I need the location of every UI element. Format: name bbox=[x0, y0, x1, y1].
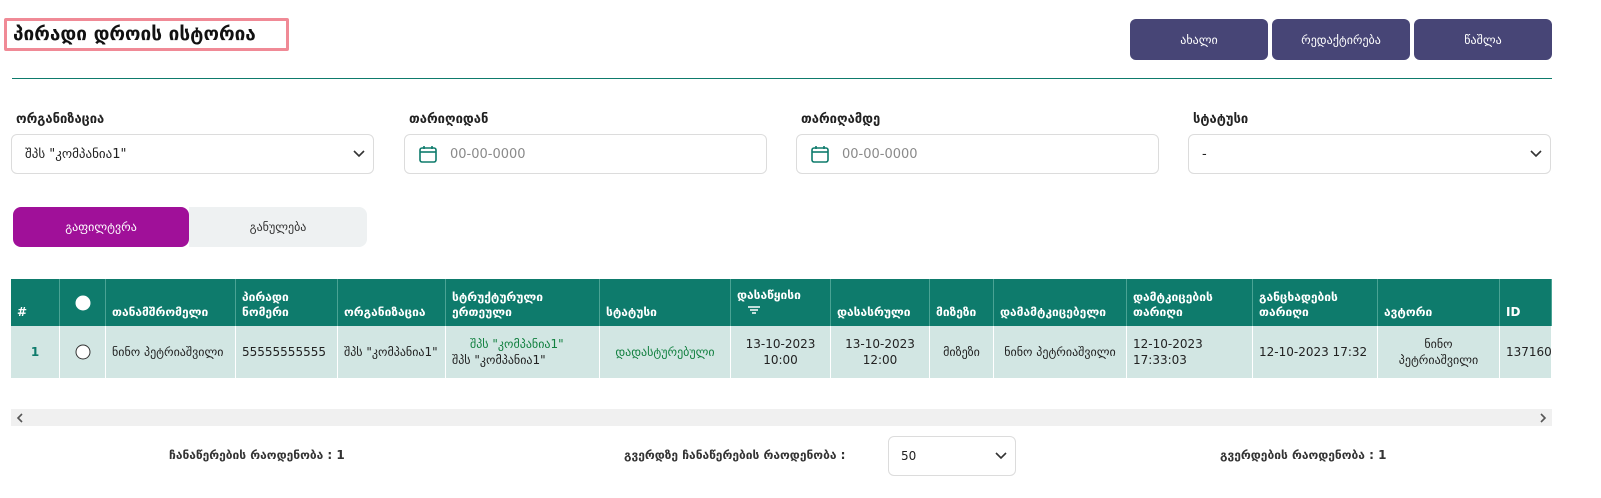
status-label: სტატუსი bbox=[1193, 112, 1249, 127]
header-approval-date[interactable]: დამტკიცების თარიღი bbox=[1127, 279, 1253, 326]
delete-button[interactable]: წაშლა bbox=[1414, 19, 1552, 60]
pages-count: გვერდების რაოდენობა : 1 bbox=[1220, 448, 1387, 462]
horizontal-scrollbar[interactable] bbox=[11, 409, 1552, 426]
reset-button[interactable]: განულება bbox=[189, 207, 367, 247]
data-table: # თანამშრომელი პირადი ნომერი ორგანიზაცია… bbox=[11, 279, 1552, 379]
scroll-right-icon[interactable] bbox=[1535, 409, 1552, 426]
page-title: პირადი დროის ისტორია bbox=[4, 18, 289, 51]
records-per-page-select[interactable]: 50 bbox=[888, 436, 1016, 476]
header-status[interactable]: სტატუსი bbox=[600, 279, 731, 326]
date-to-placeholder: 00-00-0000 bbox=[842, 146, 918, 162]
status-badge: დადასტურებული bbox=[615, 345, 715, 359]
cell-start-date: 13-10-2023 bbox=[745, 337, 816, 351]
header-approver[interactable]: დამამტკიცებელი bbox=[994, 279, 1127, 326]
chevron-down-icon bbox=[345, 150, 373, 158]
radio-icon[interactable] bbox=[75, 295, 91, 311]
header-select-all[interactable] bbox=[60, 279, 106, 326]
cell-organization[interactable]: შპს "კომპანია1" bbox=[338, 326, 446, 378]
cell-id[interactable]: 137160 bbox=[1500, 326, 1552, 378]
records-per-page-label: გვერდზე ჩანაწერების რაოდენობა : bbox=[624, 448, 846, 462]
cell-approval-date[interactable]: 12-10-2023 17:33:03 bbox=[1127, 326, 1253, 378]
header-start-label: დასაწყისი bbox=[737, 288, 801, 302]
header-author[interactable]: ავტორი bbox=[1378, 279, 1500, 326]
header-organization[interactable]: ორგანიზაცია bbox=[338, 279, 446, 326]
organization-label: ორგანიზაცია bbox=[16, 112, 105, 127]
sort-icon[interactable] bbox=[747, 305, 761, 320]
cell-structural-unit-line1: შპს "კომპანია1" bbox=[470, 337, 564, 351]
chevron-down-icon bbox=[1522, 150, 1550, 158]
header-id[interactable]: ID bbox=[1500, 279, 1552, 326]
cell-start-time: 10:00 bbox=[763, 353, 798, 367]
calendar-icon bbox=[810, 144, 832, 164]
cell-end[interactable]: 13-10-2023 12:00 bbox=[831, 326, 930, 378]
new-button[interactable]: ახალი bbox=[1130, 19, 1268, 60]
organization-select-value: შპს "კომპანია1" bbox=[25, 146, 127, 162]
row-select[interactable] bbox=[60, 326, 106, 378]
cell-employee[interactable]: ნინო პეტრიაშვილი bbox=[106, 326, 236, 378]
header-end[interactable]: დასასრული bbox=[831, 279, 930, 326]
date-from-label: თარიღიდან bbox=[409, 112, 489, 127]
records-per-page-value: 50 bbox=[901, 449, 917, 463]
date-to-field[interactable]: 00-00-0000 bbox=[796, 134, 1159, 174]
cell-structural-unit[interactable]: შპს "კომპანია1" შპს "კომპანია1" bbox=[446, 326, 600, 378]
radio-icon[interactable] bbox=[75, 344, 91, 360]
date-from-placeholder: 00-00-0000 bbox=[450, 146, 526, 162]
header-structural-unit[interactable]: სტრუქტურული ერთეული bbox=[446, 279, 600, 326]
cell-start[interactable]: 13-10-2023 10:00 bbox=[731, 326, 831, 378]
row-num-value: 1 bbox=[30, 345, 40, 359]
organization-select[interactable]: შპს "კომპანია1" bbox=[11, 134, 374, 174]
filter-button[interactable]: გაფილტვრა bbox=[13, 207, 189, 247]
header-start[interactable]: დასაწყისი bbox=[731, 279, 831, 326]
header-personal-number[interactable]: პირადი ნომერი bbox=[236, 279, 338, 326]
status-select-value: - bbox=[1202, 146, 1207, 162]
records-count: ჩანაწერების რაოდენობა : 1 bbox=[169, 448, 345, 462]
date-to-label: თარიღამდე bbox=[801, 112, 881, 127]
chevron-down-icon bbox=[987, 452, 1015, 460]
cell-status[interactable]: დადასტურებული bbox=[600, 326, 731, 378]
cell-author[interactable]: ნინო პეტრიაშვილი bbox=[1378, 326, 1500, 378]
cell-reason[interactable]: მიზეზი bbox=[930, 326, 994, 378]
status-select[interactable]: - bbox=[1188, 134, 1551, 174]
cell-application-date[interactable]: 12-10-2023 17:32 bbox=[1253, 326, 1378, 378]
date-from-field[interactable]: 00-00-0000 bbox=[404, 134, 767, 174]
scroll-left-icon[interactable] bbox=[11, 409, 28, 426]
header-application-date[interactable]: განცხადების თარიღი bbox=[1253, 279, 1378, 326]
calendar-icon bbox=[418, 144, 440, 164]
cell-structural-unit-line2: შპს "კომპანია1" bbox=[452, 353, 546, 367]
header-num: # bbox=[11, 279, 60, 326]
header-divider bbox=[12, 78, 1552, 79]
cell-personal-number[interactable]: 55555555555 bbox=[236, 326, 338, 378]
row-num[interactable]: 1 bbox=[11, 326, 60, 378]
cell-end-date: 13-10-2023 bbox=[845, 337, 915, 351]
edit-button[interactable]: რედაქტირება bbox=[1272, 19, 1410, 60]
header-employee[interactable]: თანამშრომელი bbox=[106, 279, 236, 326]
cell-approver[interactable]: ნინო პეტრიაშვილი bbox=[994, 326, 1127, 378]
cell-end-time: 12:00 bbox=[862, 353, 898, 367]
header-reason[interactable]: მიზეზი bbox=[930, 279, 994, 326]
